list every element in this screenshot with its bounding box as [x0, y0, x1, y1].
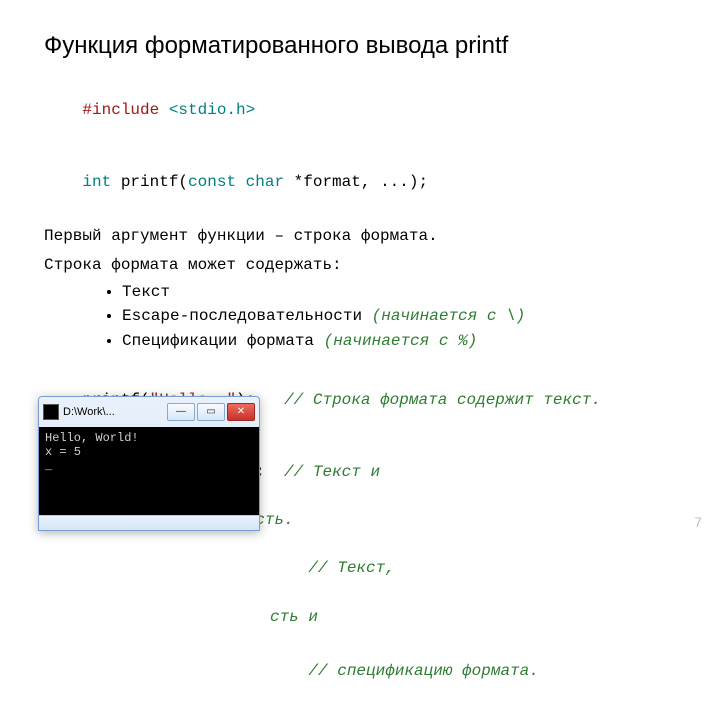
- close-button[interactable]: ✕: [227, 403, 255, 421]
- li2-a: Escape-последовательности: [122, 307, 372, 325]
- li2-b: (начинается с \): [372, 307, 526, 325]
- ex4-c: // спецификацию формата.: [308, 662, 538, 680]
- maximize-button[interactable]: ▭: [197, 403, 225, 421]
- page-title: Функция форматированного вывода printf: [44, 32, 676, 60]
- console-output: Hello, World! x = 5 _: [39, 427, 259, 515]
- format-contains-list: Текст Escape-последовательности (начинае…: [44, 280, 676, 354]
- example-3-cont: сть и: [44, 606, 676, 629]
- example-4: // спецификацию формата.: [44, 637, 676, 707]
- statusbar: [39, 515, 259, 530]
- window-title: D:\Work\...: [63, 406, 115, 418]
- out-line-2: x = 5: [45, 445, 81, 459]
- minimize-button[interactable]: —: [167, 403, 195, 421]
- paragraph-2: Строка формата может содержать:: [44, 254, 676, 277]
- list-item: Текст: [122, 280, 676, 305]
- titlebar[interactable]: D:\Work\... — ▭ ✕: [39, 397, 259, 427]
- list-item: Спецификации формата (начинается с %): [122, 329, 676, 354]
- console-window[interactable]: D:\Work\... — ▭ ✕ Hello, World! x = 5 _: [38, 396, 260, 531]
- include-line: #include <stdio.h>: [44, 76, 676, 146]
- example-3: // Текст,: [44, 534, 676, 604]
- proto-rest: *format, ...);: [284, 173, 428, 191]
- include-header: <stdio.h>: [159, 101, 255, 119]
- kw-const-char: const char: [188, 173, 284, 191]
- ex3-c1: // Текст,: [308, 559, 394, 577]
- out-line-1: Hello, World!: [45, 431, 139, 445]
- li3-a: Спецификации формата: [122, 332, 324, 350]
- app-icon: [43, 404, 59, 420]
- kw-int: int: [82, 173, 120, 191]
- prototype-line: int printf(const char *format, ...);: [44, 148, 676, 218]
- preprocessor: #include: [82, 101, 159, 119]
- li3-b: (начинается с %): [324, 332, 478, 350]
- slide-number: 7: [694, 514, 702, 530]
- ex2-c1: // Текст и: [284, 463, 380, 481]
- proto-call: printf(: [121, 173, 188, 191]
- paragraph-1: Первый аргумент функции – строка формата…: [44, 225, 676, 248]
- ex1-c: // Строка формата содержит текст.: [284, 391, 601, 409]
- list-item: Escape-последовательности (начинается с …: [122, 304, 676, 329]
